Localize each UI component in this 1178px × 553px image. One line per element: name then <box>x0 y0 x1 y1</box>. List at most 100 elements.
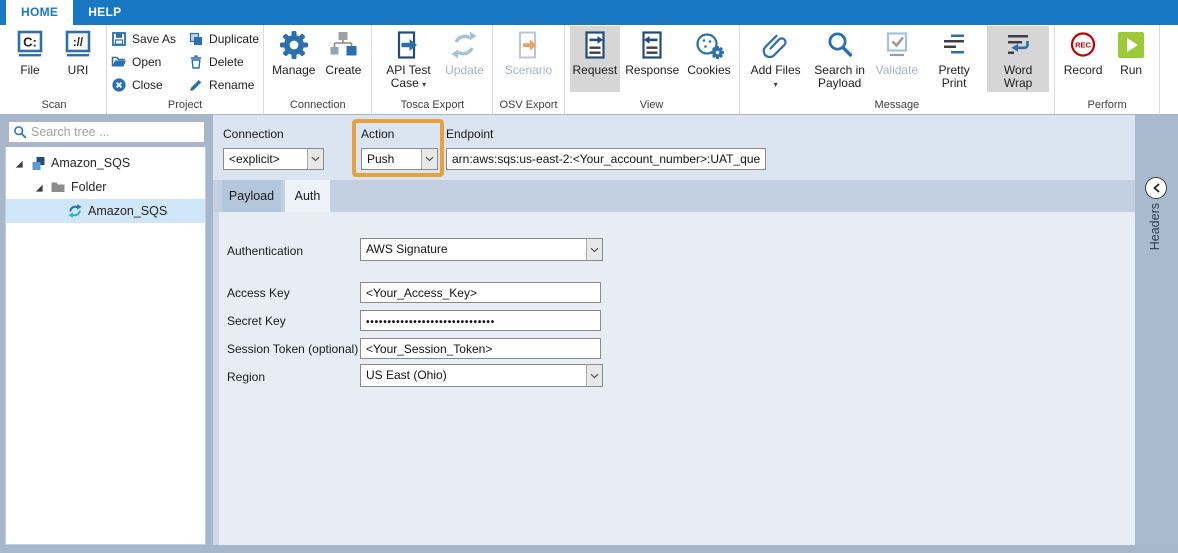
payload-auth-tabstrip: Payload Auth <box>213 180 1135 212</box>
pretty-print-button[interactable]: Pretty Print <box>923 26 985 92</box>
access-key-label: Access Key <box>227 286 290 300</box>
endpoint-input[interactable] <box>446 148 766 170</box>
file-button[interactable]: C: File <box>7 26 53 92</box>
sync-icon <box>67 203 83 219</box>
svg-text:://: :// <box>73 37 84 49</box>
access-key-input[interactable] <box>360 282 601 303</box>
group-label-project: Project <box>111 98 259 114</box>
project-icon <box>30 155 46 171</box>
group-label-perform: Perform <box>1059 98 1155 114</box>
svg-text:REC: REC <box>1075 40 1091 49</box>
chevron-down-icon[interactable] <box>307 149 323 169</box>
manage-button[interactable]: Manage <box>269 26 318 92</box>
chevron-left-icon <box>1152 183 1161 193</box>
secret-key-label: Secret Key <box>227 314 286 328</box>
file-scan-icon: C: <box>14 29 46 61</box>
chevron-down-icon[interactable] <box>586 239 602 260</box>
expander-icon[interactable] <box>33 180 45 194</box>
record-icon: REC <box>1067 29 1099 61</box>
response-document-icon <box>636 29 668 61</box>
request-header-band: Connection <explicit> Action Push Endpoi… <box>213 115 1135 180</box>
cookies-button[interactable]: Cookies <box>684 26 733 92</box>
request-document-icon <box>579 29 611 61</box>
ribbon-group-scan: C: File :// URI Scan <box>2 25 107 114</box>
session-token-input[interactable] <box>360 338 601 359</box>
gear-icon <box>278 29 310 61</box>
duplicate-button[interactable]: Duplicate <box>188 29 259 49</box>
search-icon <box>13 125 27 139</box>
save-as-button[interactable]: Save As <box>111 29 176 49</box>
paperclip-icon <box>760 29 792 61</box>
document-export-icon <box>392 29 424 61</box>
tab-headers[interactable]: Headers <box>1148 203 1162 250</box>
tab-payload[interactable]: Payload <box>222 180 281 212</box>
open-button[interactable]: Open <box>111 52 176 72</box>
ribbon-group-osv-export: Scenario OSV Export <box>493 25 564 114</box>
chevron-down-icon[interactable] <box>586 365 602 386</box>
scenario-button: Scenario <box>502 26 555 92</box>
authentication-dropdown[interactable]: AWS Signature <box>360 238 603 261</box>
endpoint-label: Endpoint <box>446 127 493 141</box>
close-button[interactable]: Close <box>111 75 176 95</box>
expander-icon[interactable] <box>13 156 25 170</box>
ribbon-tabbar: HOME HELP <box>0 0 1178 25</box>
uri-scan-icon: :// <box>62 29 94 61</box>
ribbon-group-connection: Manage Create Connection <box>264 25 372 114</box>
group-label-scan: Scan <box>6 98 102 114</box>
tree-search-input[interactable] <box>31 125 200 139</box>
group-label-message: Message <box>744 98 1050 114</box>
request-editor-panel: Connection <explicit> Action Push Endpoi… <box>213 115 1135 545</box>
group-label-tosca-export: Tosca Export <box>376 98 488 114</box>
close-circle-icon <box>111 77 127 93</box>
tree-search-box <box>8 121 205 143</box>
api-test-case-button[interactable]: API Test Case ▾ <box>377 26 439 92</box>
word-wrap-button[interactable]: Word Wrap <box>987 26 1049 92</box>
group-label-connection: Connection <box>268 98 367 114</box>
tab-home[interactable]: HOME <box>6 0 73 25</box>
save-as-icon <box>111 31 127 47</box>
ribbon-group-perform: REC Record Run Perform <box>1055 25 1160 114</box>
uri-button[interactable]: :// URI <box>55 26 101 92</box>
tree-node-folder[interactable]: Folder <box>6 175 205 199</box>
svg-text:C:: C: <box>23 35 37 50</box>
rename-button[interactable]: Rename <box>188 75 259 95</box>
ribbon: C: File :// URI Scan <box>0 25 1178 114</box>
region-dropdown[interactable]: US East (Ohio) <box>360 364 603 387</box>
sitemap-icon <box>327 29 359 61</box>
tree-node-amazon-sqs[interactable]: Amazon_SQS <box>6 199 205 223</box>
tree-node-root[interactable]: Amazon_SQS <box>6 151 205 175</box>
delete-button[interactable]: Delete <box>188 52 259 72</box>
ribbon-group-tosca-export: API Test Case ▾ Update Tosca Export <box>372 25 493 114</box>
connection-dropdown[interactable]: <explicit> <box>223 148 324 170</box>
ribbon-group-message: Add Files ▾ Search in Payload Valid <box>740 25 1055 114</box>
connection-label: Connection <box>223 127 284 141</box>
pencil-icon <box>188 77 204 93</box>
chevron-down-icon[interactable] <box>421 149 437 169</box>
secret-key-input[interactable] <box>360 310 601 331</box>
auth-tab-content <box>213 212 1135 545</box>
run-button[interactable]: Run <box>1108 26 1154 92</box>
search-icon <box>824 29 856 61</box>
expand-panel-button[interactable] <box>1145 177 1167 199</box>
request-button[interactable]: Request <box>570 26 621 92</box>
add-files-button[interactable]: Add Files ▾ <box>745 26 807 92</box>
ribbon-group-view: Request Response <box>565 25 740 114</box>
action-label: Action <box>361 127 394 141</box>
search-in-payload-button[interactable]: Search in Payload <box>809 26 871 92</box>
play-icon <box>1115 29 1147 61</box>
tab-auth[interactable]: Auth <box>285 180 330 212</box>
record-button[interactable]: REC Record <box>1060 26 1106 92</box>
group-label-view: View <box>569 98 735 114</box>
ribbon-group-project: Save As Open <box>107 25 264 114</box>
action-dropdown[interactable]: Push <box>361 148 438 170</box>
word-wrap-icon <box>1002 29 1034 61</box>
response-button[interactable]: Response <box>622 26 682 92</box>
create-button[interactable]: Create <box>320 26 366 92</box>
cookie-icon <box>693 29 725 61</box>
folder-icon <box>50 179 66 195</box>
region-label: Region <box>227 370 265 384</box>
validate-button: Validate <box>873 26 921 92</box>
authentication-label: Authentication <box>227 244 303 258</box>
tab-help[interactable]: HELP <box>73 0 136 25</box>
tosca-api-scan-window: HOME HELP C: File :// <box>0 0 1178 553</box>
